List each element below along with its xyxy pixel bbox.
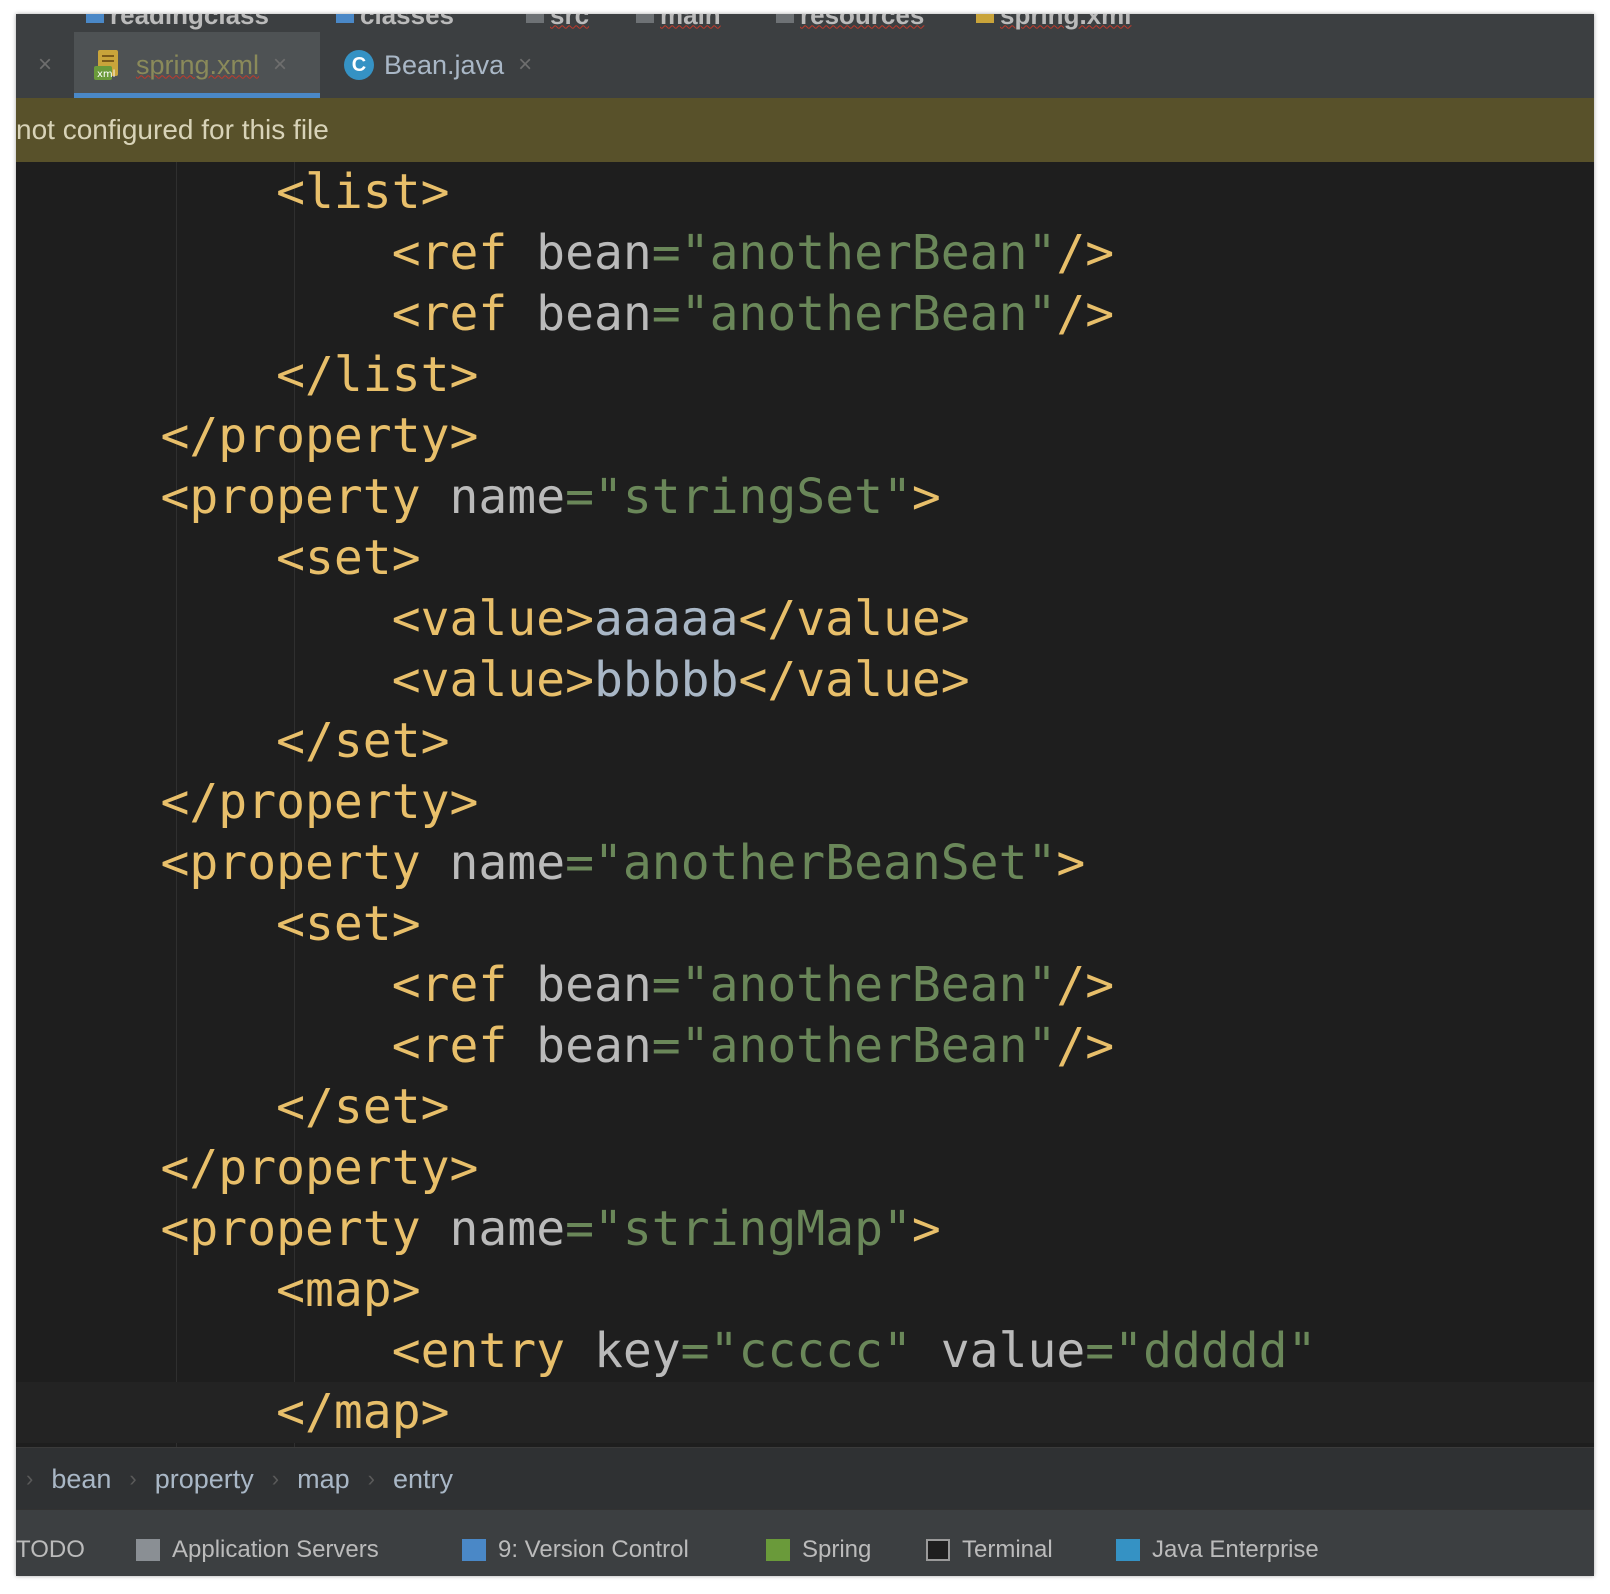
code-line[interactable]: <ref bean="anotherBean"/> bbox=[16, 284, 1594, 345]
nav-crumb-project[interactable]: readingclass bbox=[86, 14, 269, 30]
code-line[interactable]: <value>bbbbb</value> bbox=[16, 650, 1594, 711]
code-line[interactable]: </property> bbox=[16, 772, 1594, 833]
breadcrumb-entry[interactable]: entry bbox=[393, 1464, 453, 1495]
code-line[interactable]: <ref bean="anotherBean"/> bbox=[16, 223, 1594, 284]
tool-label: TODO bbox=[16, 1536, 85, 1563]
notification-banner: not configured for this file bbox=[16, 98, 1594, 162]
xml-file-icon: xml bbox=[92, 48, 126, 82]
code-line[interactable]: </property> bbox=[16, 406, 1594, 467]
nav-crumb-label: resources bbox=[800, 14, 925, 30]
structure-breadcrumbs: › bean › property › map › entry bbox=[16, 1447, 1594, 1510]
code-line[interactable]: </map> bbox=[16, 1382, 1594, 1443]
tool-spring[interactable]: Spring bbox=[766, 1536, 871, 1564]
code-line[interactable]: <property name="stringSet"> bbox=[16, 467, 1594, 528]
xml-file-icon bbox=[976, 14, 994, 23]
chevron-right-icon: › bbox=[26, 1466, 34, 1491]
nav-crumb-label: src bbox=[550, 14, 590, 30]
code-line[interactable]: <value>aaaaa</value> bbox=[16, 589, 1594, 650]
code-line[interactable]: </property> bbox=[16, 1138, 1594, 1199]
chevron-right-icon: › bbox=[129, 1466, 137, 1491]
java-enterprise-icon bbox=[1116, 1539, 1140, 1561]
close-icon[interactable]: × bbox=[38, 51, 52, 79]
breadcrumb-property[interactable]: property bbox=[155, 1464, 254, 1495]
code-content[interactable]: <list> <ref bean="anotherBean"/> <ref be… bbox=[16, 162, 1594, 1443]
tab-bean-java[interactable]: C Bean.java × bbox=[340, 32, 532, 98]
nav-crumb-resources[interactable]: resources bbox=[776, 14, 925, 30]
tool-todo[interactable]: TODO bbox=[16, 1536, 85, 1564]
nav-crumb-module[interactable]: classes bbox=[336, 14, 454, 30]
nav-crumb-src[interactable]: src bbox=[526, 14, 590, 30]
tool-label: 9: Version Control bbox=[498, 1536, 689, 1563]
code-line[interactable]: <list> bbox=[16, 162, 1594, 223]
tool-application-servers[interactable]: Application Servers bbox=[136, 1536, 379, 1564]
spring-leaf-icon bbox=[766, 1539, 790, 1561]
tab-previous-clipped[interactable]: × bbox=[16, 32, 72, 98]
code-line[interactable]: <map> bbox=[16, 1260, 1594, 1321]
folder-icon bbox=[336, 14, 354, 23]
close-icon[interactable]: × bbox=[273, 51, 287, 79]
tool-label: Spring bbox=[802, 1536, 872, 1563]
code-editor[interactable]: <list> <ref bean="anotherBean"/> <ref be… bbox=[16, 162, 1594, 1447]
svg-text:xml: xml bbox=[97, 69, 115, 80]
folder-icon bbox=[776, 14, 794, 23]
nav-crumb-file[interactable]: spring.xml bbox=[976, 14, 1132, 30]
navigation-bar: readingclass classes src main resources … bbox=[16, 14, 1594, 32]
nav-crumb-label: spring.xml bbox=[1000, 14, 1132, 30]
code-line[interactable]: <property name="anotherBeanSet"> bbox=[16, 833, 1594, 894]
code-line[interactable]: </list> bbox=[16, 345, 1594, 406]
terminal-icon bbox=[926, 1539, 950, 1561]
breadcrumb-bean[interactable]: bean bbox=[51, 1464, 111, 1495]
server-icon bbox=[136, 1539, 160, 1561]
tool-version-control[interactable]: 9: Version Control bbox=[462, 1536, 689, 1564]
code-line[interactable]: <entry key="ccccc" value="ddddd" bbox=[16, 1321, 1594, 1382]
nav-crumb-label: readingclass bbox=[110, 14, 269, 30]
tool-terminal[interactable]: Terminal bbox=[926, 1536, 1053, 1564]
editor-tab-bar: × xml spring.xml × C Bean.java × bbox=[16, 32, 1594, 99]
code-line[interactable]: <property name="stringMap"> bbox=[16, 1199, 1594, 1260]
tool-java-enterprise[interactable]: Java Enterprise bbox=[1116, 1536, 1319, 1564]
banner-text: not configured for this file bbox=[16, 114, 329, 145]
breadcrumb-map[interactable]: map bbox=[297, 1464, 350, 1495]
tab-spring-xml[interactable]: xml spring.xml × bbox=[74, 32, 320, 98]
nav-crumb-main[interactable]: main bbox=[636, 14, 721, 30]
code-line[interactable]: </set> bbox=[16, 1077, 1594, 1138]
folder-icon bbox=[526, 14, 544, 23]
tool-window-bar: TODO Application Servers 9: Version Cont… bbox=[16, 1509, 1594, 1576]
code-line[interactable]: <set> bbox=[16, 894, 1594, 955]
chevron-right-icon: › bbox=[271, 1466, 280, 1491]
tool-label: Application Servers bbox=[172, 1536, 379, 1563]
tool-label: Java Enterprise bbox=[1152, 1536, 1319, 1563]
nav-crumb-label: classes bbox=[360, 14, 454, 30]
folder-icon bbox=[86, 14, 104, 23]
chevron-right-icon: › bbox=[367, 1466, 375, 1491]
version-control-icon bbox=[462, 1539, 486, 1561]
close-icon[interactable]: × bbox=[518, 51, 532, 79]
nav-crumb-label: main bbox=[660, 14, 721, 30]
tab-label: Bean.java bbox=[384, 49, 505, 80]
ide-window: readingclass classes src main resources … bbox=[16, 14, 1594, 1576]
code-line[interactable]: <ref bean="anotherBean"/> bbox=[16, 955, 1594, 1016]
tab-label: spring.xml bbox=[136, 49, 260, 80]
code-line[interactable]: <set> bbox=[16, 528, 1594, 589]
code-line[interactable]: <ref bean="anotherBean"/> bbox=[16, 1016, 1594, 1077]
folder-icon bbox=[636, 14, 654, 23]
java-class-icon: C bbox=[344, 50, 374, 80]
code-line[interactable]: </set> bbox=[16, 711, 1594, 772]
tool-label: Terminal bbox=[962, 1536, 1053, 1563]
